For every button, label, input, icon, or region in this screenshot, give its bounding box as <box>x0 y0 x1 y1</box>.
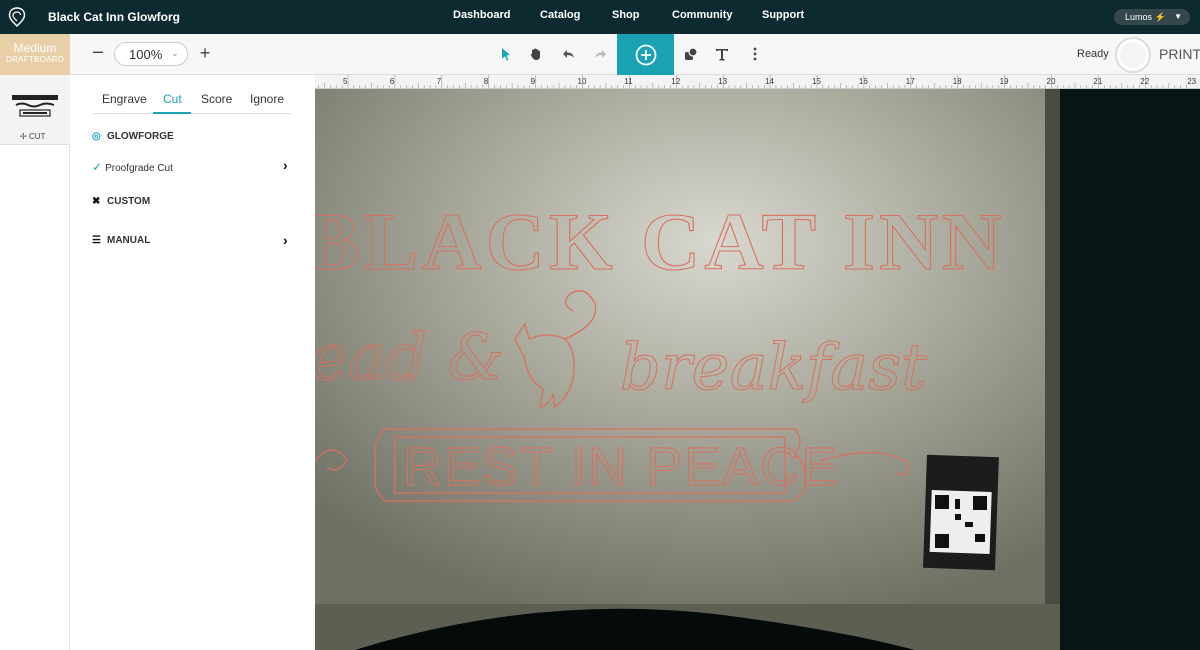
undo-icon[interactable] <box>560 45 578 63</box>
zoom-select[interactable]: 100% ⌄ <box>114 42 188 66</box>
top-nav: Black Cat Inn Glowforg Dashboard Catalog… <box>0 0 1200 34</box>
text-tool-icon[interactable] <box>713 45 731 63</box>
design-line-1: BLACK CAT INN <box>315 196 1006 287</box>
location-pin-icon: ◎ <box>92 131 101 142</box>
zoom-out-button[interactable]: − <box>88 43 108 63</box>
operation-tabs: Engrave Cut Score Ignore <box>92 92 292 114</box>
design-preview-image <box>12 95 58 117</box>
nav-dashboard[interactable]: Dashboard <box>453 9 510 21</box>
ruler-label: 8 <box>484 77 489 86</box>
add-circle-icon <box>635 44 657 66</box>
design-artwork[interactable]: BLACK CAT INN ead & breakfast REST IN PE… <box>315 89 1200 650</box>
tab-ignore[interactable]: Ignore <box>250 92 284 106</box>
machine-status: Ready <box>1077 48 1109 60</box>
bed-camera-canvas[interactable]: BLACK CAT INN ead & breakfast REST IN PE… <box>315 89 1200 650</box>
print-label[interactable]: PRINT <box>1159 46 1200 62</box>
qr-label <box>923 454 999 571</box>
design-thumbnails: ✢ CUT <box>0 75 70 650</box>
machine-selector[interactable]: Lumos ⚡ ▼ <box>1114 9 1190 25</box>
pan-hand-icon[interactable] <box>527 45 545 63</box>
ruler-ticks: 5 6 7 8 9 10 11 12 13 14 15 16 17 18 19 20 21 22 23 <box>318 75 1197 88</box>
tab-cut[interactable]: Cut <box>163 92 182 106</box>
nav-support[interactable]: Support <box>762 9 804 21</box>
chevron-right-icon[interactable]: › <box>283 157 288 173</box>
material-name: Medium <box>13 41 57 55</box>
select-pointer-icon[interactable] <box>497 45 515 63</box>
ruler-label: 23 <box>1187 77 1196 86</box>
setting-proofgrade-cut[interactable]: ✓ Proofgrade Cut <box>92 160 173 174</box>
horizontal-ruler: 5 6 7 8 9 10 11 12 13 14 15 16 17 18 19 20 21 22 23 <box>315 75 1200 89</box>
toolbar: Medium DRAFTBOARD − 100% ⌄ + Ready PRINT <box>0 34 1200 75</box>
material-selector[interactable]: Medium DRAFTBOARD <box>0 34 70 75</box>
active-tab-indicator <box>153 112 191 114</box>
checkmark-icon: ✓ <box>92 160 103 174</box>
nav-catalog[interactable]: Catalog <box>540 9 580 21</box>
section-custom[interactable]: ✖ CUSTOM <box>92 196 150 207</box>
ruler-label: 5 <box>343 77 348 86</box>
ruler-label: 11 <box>624 77 633 86</box>
zoom-value: 100% <box>129 47 163 62</box>
design-line-2a: ead & <box>315 321 504 395</box>
glowforge-logo-icon[interactable] <box>8 7 26 27</box>
material-type: DRAFTBOARD <box>5 55 65 64</box>
design-line-3: REST IN PEACE <box>403 437 839 497</box>
tab-score[interactable]: Score <box>201 92 232 106</box>
sliders-icon: ☰ <box>92 235 101 246</box>
chevron-down-icon: ▼ <box>1174 12 1182 21</box>
settings-panel: Engrave Cut Score Ignore ◎ GLOWFORGE ✓ Pro… <box>70 75 315 650</box>
document-title[interactable]: Black Cat Inn Glowforg <box>48 10 180 24</box>
section-manual[interactable]: ☰ MANUAL <box>92 235 150 246</box>
design-line-2b: breakfast <box>620 331 927 405</box>
nav-shop[interactable]: Shop <box>612 9 640 21</box>
section-glowforge: ◎ GLOWFORGE <box>92 131 174 142</box>
redo-icon[interactable] <box>591 45 609 63</box>
machine-name: Lumos ⚡ <box>1125 12 1166 22</box>
chevron-right-icon[interactable]: › <box>283 232 288 248</box>
chevron-down-icon: ⌄ <box>170 48 179 59</box>
shapes-icon[interactable] <box>682 45 700 63</box>
zoom-in-button[interactable]: + <box>195 43 215 63</box>
ruler-label: 9 <box>531 77 536 86</box>
operation-label: ✢ CUT <box>20 132 46 141</box>
nav-community[interactable]: Community <box>672 9 733 21</box>
bed-edge <box>1060 89 1200 650</box>
ruler-label: 7 <box>437 77 442 86</box>
design-thumbnail[interactable]: ✢ CUT <box>0 75 70 145</box>
print-button[interactable] <box>1115 37 1151 73</box>
tab-engrave[interactable]: Engrave <box>102 92 147 106</box>
more-options-icon[interactable] <box>746 45 764 63</box>
add-artwork-button[interactable] <box>617 34 674 75</box>
tools-icon: ✖ <box>92 196 101 207</box>
cut-icon: ✢ <box>20 132 29 141</box>
ruler-label: 6 <box>390 77 395 86</box>
